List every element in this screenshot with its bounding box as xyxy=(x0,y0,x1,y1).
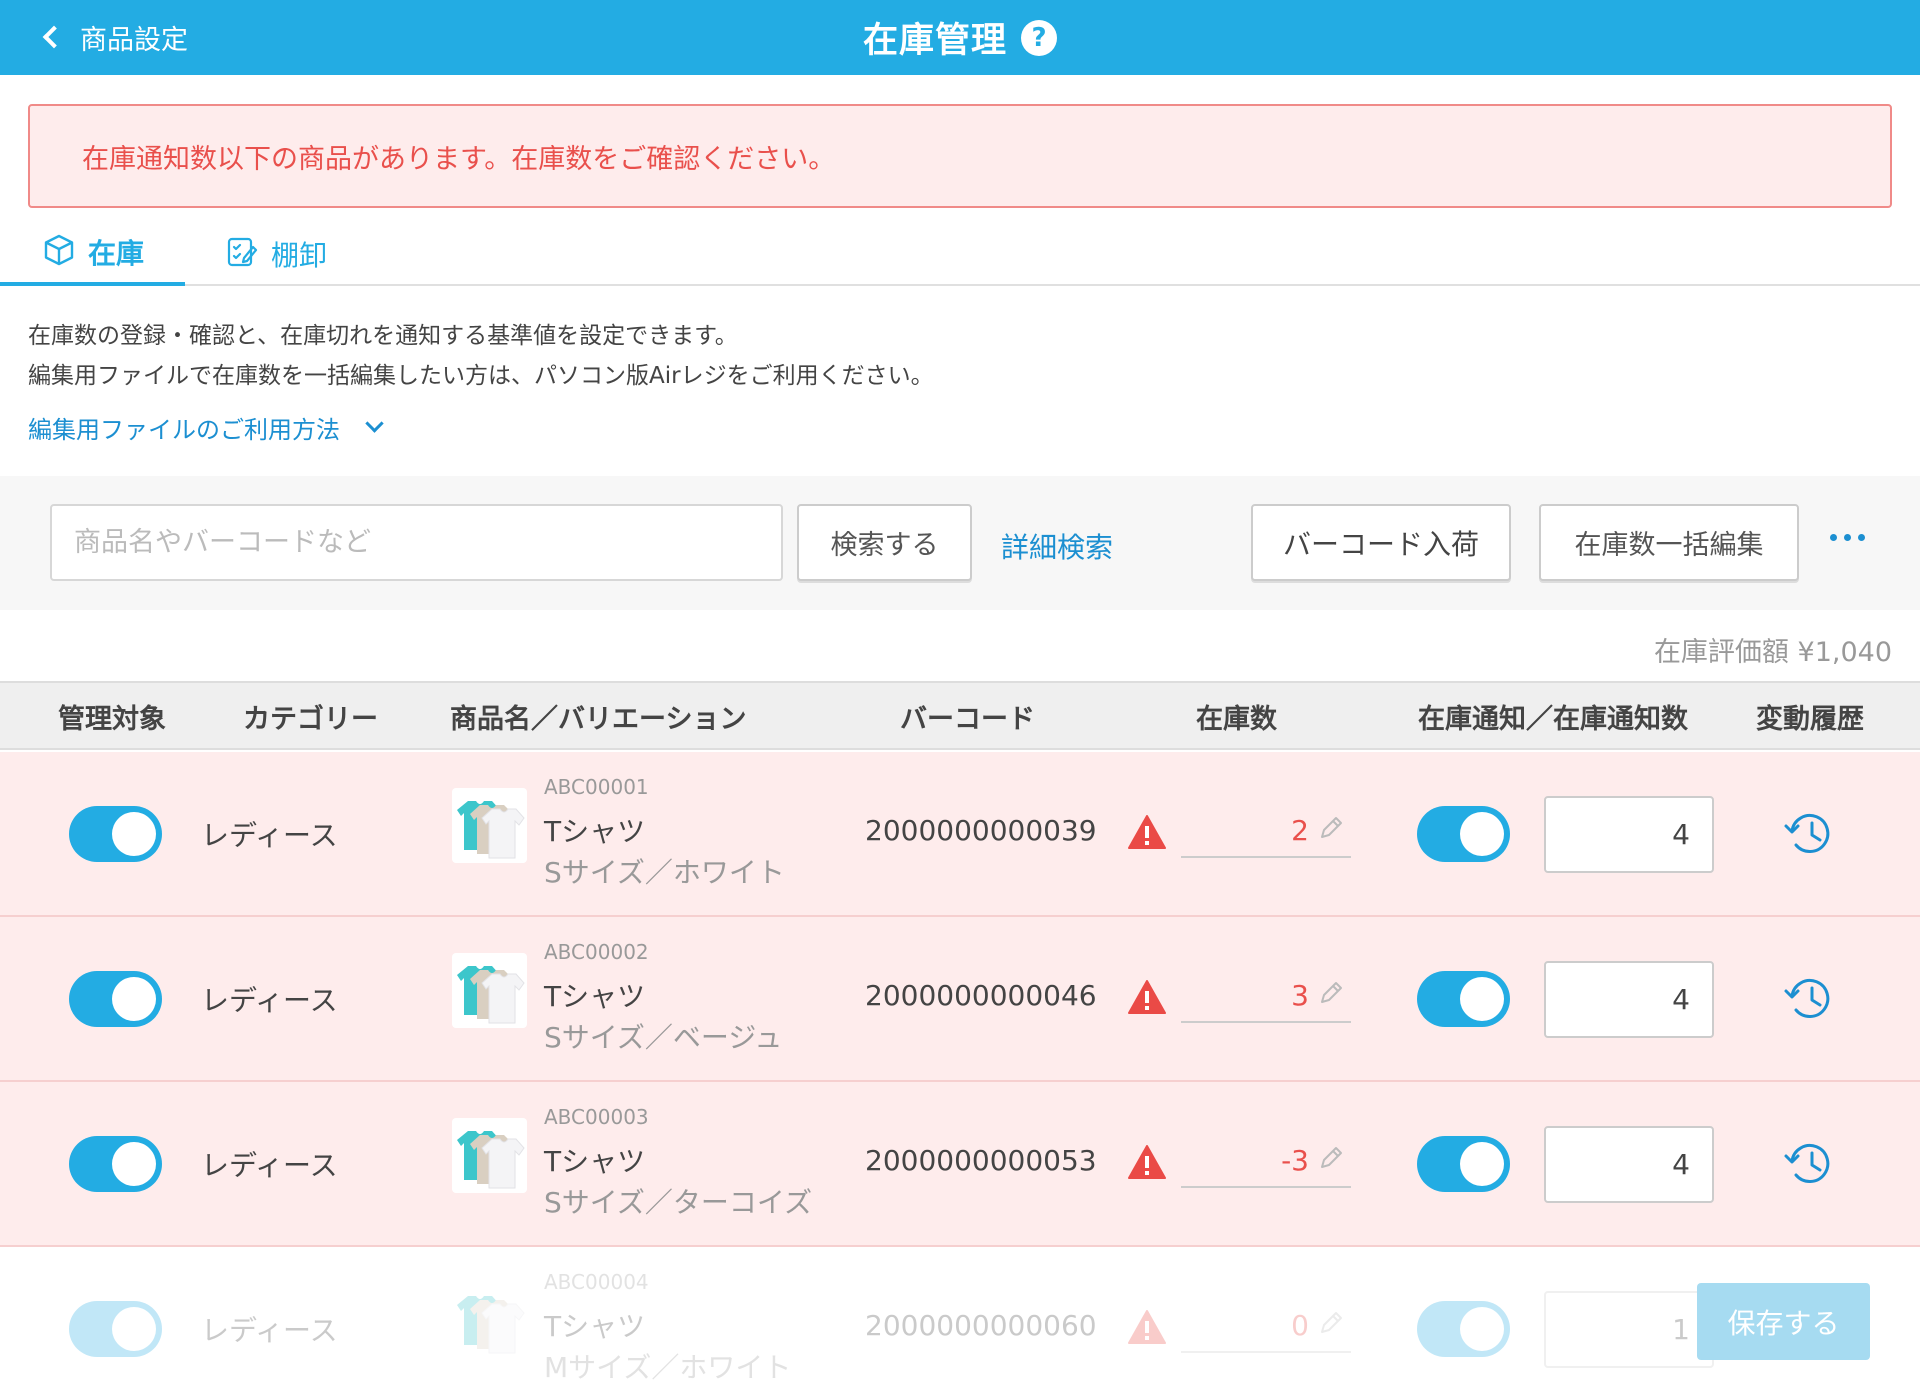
category-cell: レディース xyxy=(201,984,338,1017)
warning-icon xyxy=(1127,814,1167,854)
tshirt-thumbnail xyxy=(452,1118,527,1193)
warning-icon xyxy=(1127,1144,1167,1184)
category-cell: レディース xyxy=(201,1314,338,1347)
sku-label: ABC00004 xyxy=(544,1270,649,1294)
warning-icon xyxy=(1127,1309,1167,1349)
notify-toggle[interactable] xyxy=(1417,806,1510,862)
notify-quantity-input[interactable]: 4 xyxy=(1544,796,1714,873)
pencil-icon[interactable] xyxy=(1317,979,1345,1011)
description-line-2: 編集用ファイルで在庫数を一括編集したい方は、パソコン版Airレジをご利用ください… xyxy=(28,363,934,389)
box-icon xyxy=(42,233,76,271)
barcode-cell: 2000000000053 xyxy=(865,1144,1097,1177)
table-row: レディース ABC00001 Tシャツ Sサイズ／ホワイト 2000000000039 2… xyxy=(0,752,1920,917)
barcode-cell: 2000000000060 xyxy=(865,1309,1097,1342)
tshirt-thumbnail xyxy=(452,1283,527,1358)
howto-label: 編集用ファイルのご利用方法 xyxy=(28,416,340,444)
managed-toggle[interactable] xyxy=(69,971,162,1027)
search-input[interactable] xyxy=(50,504,783,581)
tab-bar: 在庫 棚卸 xyxy=(0,222,1920,286)
tshirt-thumbnail xyxy=(452,953,527,1028)
help-icon[interactable]: ? xyxy=(1021,19,1057,56)
notify-toggle[interactable] xyxy=(1417,1136,1510,1192)
stock-alert-banner: 在庫通知数以下の商品があります。在庫数をご確認ください。 xyxy=(28,104,1892,208)
header-history: 変動履歴 xyxy=(1756,703,1864,735)
header-barcode: バーコード xyxy=(900,703,1035,735)
stock-field[interactable]: -3 xyxy=(1181,1138,1351,1188)
barcode-receive-button[interactable]: バーコード入荷 xyxy=(1251,504,1511,581)
stock-quantity: 2 xyxy=(1291,814,1309,847)
tab-stock-label: 在庫 xyxy=(88,237,145,270)
tshirt-thumbnail xyxy=(452,788,527,863)
description-line-1: 在庫数の登録・確認と、在庫切れを通知する基準値を設定できます。 xyxy=(28,323,738,349)
barcode-cell: 2000000000039 xyxy=(865,814,1097,847)
history-icon[interactable] xyxy=(1783,974,1835,1028)
advanced-search-link[interactable]: 詳細検索 xyxy=(1001,526,1113,566)
history-icon[interactable] xyxy=(1783,809,1835,863)
save-button[interactable]: 保存する xyxy=(1697,1283,1870,1360)
chevron-down-icon xyxy=(365,414,384,433)
stock-field[interactable]: 0 xyxy=(1181,1303,1351,1353)
stock-quantity: -3 xyxy=(1281,1144,1309,1177)
table-header: 管理対象 カテゴリー 商品名／バリエーション バーコード 在庫数 在庫通知／在庫… xyxy=(0,681,1920,750)
app-header: 商品設定 在庫管理 ? xyxy=(0,0,1920,75)
header-managed: 管理対象 xyxy=(58,703,166,735)
howto-link[interactable]: 編集用ファイルのご利用方法 xyxy=(28,410,384,445)
alert-message: 在庫通知数以下の商品があります。在庫数をご確認ください。 xyxy=(82,143,836,175)
notify-quantity-input[interactable]: 4 xyxy=(1544,961,1714,1038)
stock-field[interactable]: 3 xyxy=(1181,973,1351,1023)
stock-quantity: 3 xyxy=(1291,979,1309,1012)
tab-inventory-count[interactable]: 棚卸 xyxy=(225,222,327,286)
more-icon[interactable] xyxy=(1830,534,1865,541)
sku-label: ABC00002 xyxy=(544,940,649,964)
managed-toggle[interactable] xyxy=(69,1301,162,1357)
product-name: Tシャツ xyxy=(544,1145,646,1178)
category-cell: レディース xyxy=(201,1149,338,1182)
variant-label: Sサイズ／ターコイズ xyxy=(544,1186,813,1219)
product-name: Tシャツ xyxy=(544,815,646,848)
sku-label: ABC00003 xyxy=(544,1105,649,1129)
pencil-icon[interactable] xyxy=(1317,1144,1345,1176)
description: 在庫数の登録・確認と、在庫切れを通知する基準値を設定できます。 編集用ファイルで… xyxy=(28,316,934,396)
table-row: レディース ABC00004 Tシャツ Mサイズ／ホワイト 2000000000060 0… xyxy=(0,1247,1920,1400)
history-icon[interactable] xyxy=(1783,1139,1835,1193)
pencil-icon[interactable] xyxy=(1317,1309,1345,1341)
stock-valuation: 在庫評価額 ¥1,040 xyxy=(1653,637,1892,668)
notify-toggle[interactable] xyxy=(1417,971,1510,1027)
tab-stock[interactable]: 在庫 xyxy=(0,222,185,286)
header-notify: 在庫通知／在庫通知数 xyxy=(1418,703,1688,735)
category-cell: レディース xyxy=(201,819,338,852)
checklist-icon xyxy=(225,235,259,273)
header-stock: 在庫数 xyxy=(1196,703,1277,735)
stock-quantity: 0 xyxy=(1291,1309,1309,1342)
bulk-edit-button[interactable]: 在庫数一括編集 xyxy=(1539,504,1799,581)
managed-toggle[interactable] xyxy=(69,806,162,862)
variant-label: Sサイズ／ホワイト xyxy=(544,856,785,889)
managed-toggle[interactable] xyxy=(69,1136,162,1192)
product-name: Tシャツ xyxy=(544,980,646,1013)
table-row: レディース ABC00002 Tシャツ Sサイズ／ベージュ 2000000000046 3… xyxy=(0,917,1920,1082)
variant-label: Mサイズ／ホワイト xyxy=(544,1351,792,1384)
header-product: 商品名／バリエーション xyxy=(450,703,747,735)
sku-label: ABC00001 xyxy=(544,775,649,799)
notify-quantity-input[interactable]: 1 xyxy=(1544,1291,1714,1368)
table-row: レディース ABC00003 Tシャツ Sサイズ／ターコイズ 2000000000053… xyxy=(0,1082,1920,1247)
stock-field[interactable]: 2 xyxy=(1181,808,1351,858)
product-name: Tシャツ xyxy=(544,1310,646,1343)
search-button[interactable]: 検索する xyxy=(797,504,972,581)
barcode-cell: 2000000000046 xyxy=(865,979,1097,1012)
notify-toggle[interactable] xyxy=(1417,1301,1510,1357)
pencil-icon[interactable] xyxy=(1317,814,1345,846)
page-title: 在庫管理 xyxy=(862,21,1007,61)
tab-inventory-label: 棚卸 xyxy=(271,239,328,272)
variant-label: Sサイズ／ベージュ xyxy=(544,1021,783,1054)
search-toolbar: 検索する 詳細検索 バーコード入荷 在庫数一括編集 xyxy=(0,476,1920,610)
title-area: 在庫管理 ? xyxy=(0,12,1920,63)
warning-icon xyxy=(1127,979,1167,1019)
header-category: カテゴリー xyxy=(243,703,378,735)
notify-quantity-input[interactable]: 4 xyxy=(1544,1126,1714,1203)
